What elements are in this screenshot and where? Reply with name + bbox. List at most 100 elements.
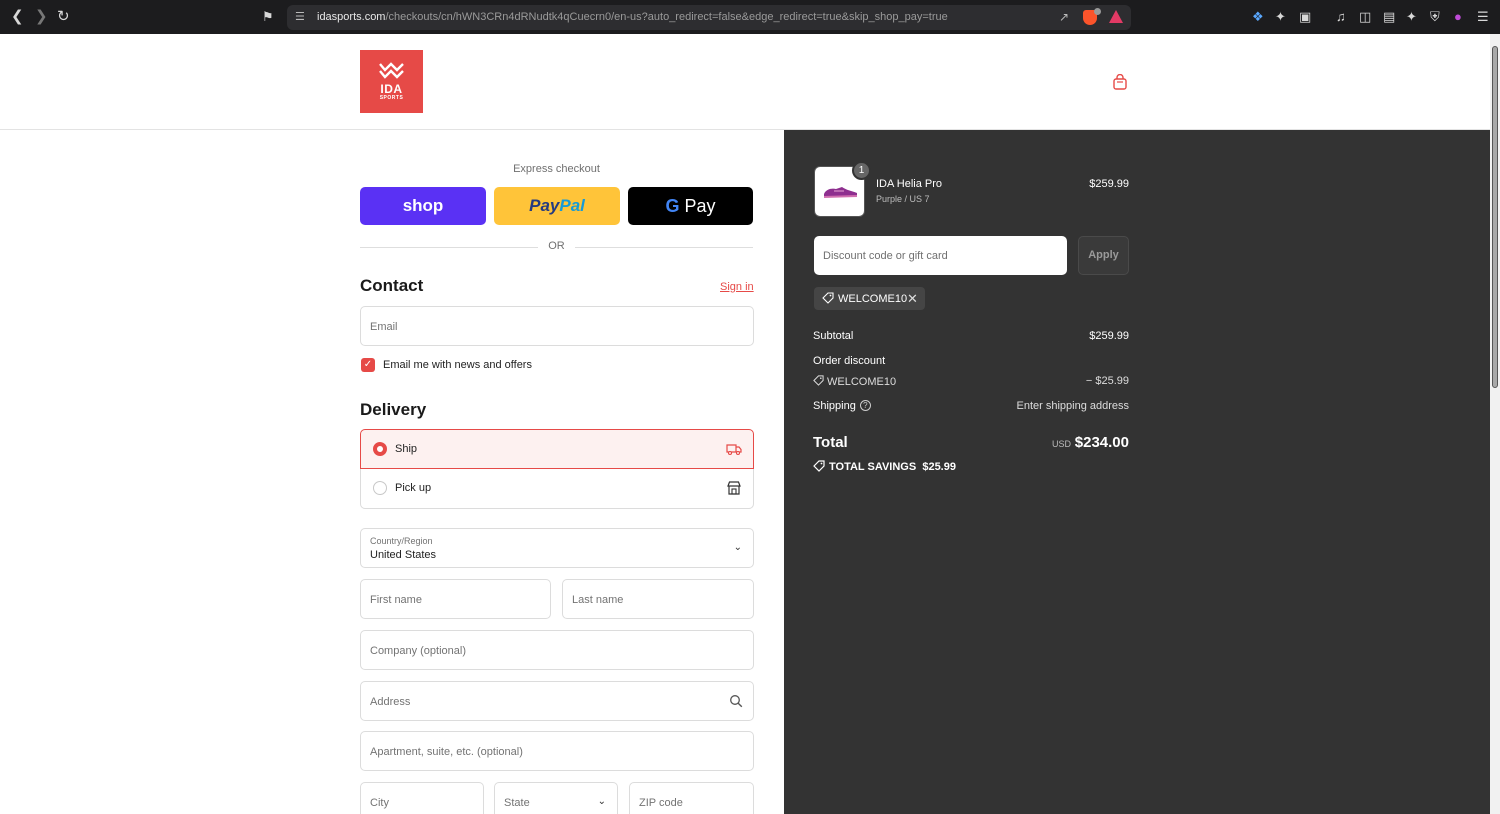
currency-code: USD — [1052, 439, 1072, 449]
shoe-image — [824, 187, 857, 198]
site-settings-icon[interactable]: ☰ — [295, 10, 305, 23]
zip-placeholder: ZIP code — [639, 797, 683, 809]
shields-badge — [1094, 8, 1101, 15]
apply-discount-button[interactable]: Apply — [1078, 236, 1129, 275]
total-value: $234.00 — [1074, 434, 1129, 451]
state-select[interactable]: State ⌄ — [494, 782, 618, 814]
order-discount-label: Order discount — [813, 355, 886, 367]
or-label: OR — [548, 240, 565, 252]
ai-sparkle-icon[interactable]: ✦ — [1406, 9, 1417, 25]
order-discount-value: − $25.99 — [1085, 375, 1129, 387]
sign-in-link[interactable]: Sign in — [720, 281, 754, 293]
page-scrollbar[interactable] — [1490, 34, 1500, 814]
total-label: Total — [813, 434, 848, 451]
newsletter-checkbox[interactable]: ✓ — [361, 358, 375, 372]
extensions-icon[interactable]: ✦ — [1275, 9, 1286, 25]
brave-rewards-icon[interactable] — [1109, 10, 1123, 23]
screenshot-icon[interactable]: ▣ — [1299, 9, 1311, 25]
chevron-down-icon: ⌄ — [733, 542, 742, 553]
last-name-field[interactable]: Last name — [562, 579, 754, 619]
vpn-shield-icon[interactable]: ⛨ — [1430, 9, 1440, 25]
logo-line2: SPORTS — [379, 95, 404, 101]
ship-label: Ship — [395, 443, 418, 455]
tag-icon — [813, 375, 824, 386]
apartment-placeholder: Apartment, suite, etc. (optional) — [370, 746, 523, 758]
order-discount-code: WELCOME10 — [827, 376, 897, 388]
profile-icon[interactable]: ● — [1454, 9, 1462, 25]
gpay-label: Pay — [684, 196, 716, 216]
leo-ai-icon[interactable]: ❖ — [1252, 9, 1264, 25]
address-bar[interactable]: ☰ idasports.com/checkouts/cn/hWN3CRn4dRN… — [287, 5, 1131, 30]
subtotal-label: Subtotal — [813, 330, 854, 342]
savings-label: TOTAL SAVINGS — [829, 461, 917, 473]
delivery-option-pickup[interactable]: Pick up — [360, 469, 754, 509]
delivery-heading: Delivery — [360, 400, 427, 419]
address-field[interactable]: Address — [360, 681, 754, 721]
first-name-placeholder: First name — [370, 594, 422, 606]
apartment-field[interactable]: Apartment, suite, etc. (optional) — [360, 731, 754, 771]
delivery-truck-icon — [726, 444, 742, 456]
total-savings: TOTAL SAVINGS $25.99 — [813, 460, 956, 473]
first-name-field[interactable]: First name — [360, 579, 551, 619]
help-icon[interactable]: ? — [859, 400, 871, 411]
product-name: IDA Helia Pro — [876, 178, 943, 190]
country-value: United States — [370, 549, 437, 561]
wallet-icon[interactable]: ▤ — [1383, 9, 1395, 25]
logo-mark-icon — [379, 62, 404, 79]
order-summary: 1 IDA Helia Pro Purple / US 7 $259.99 Di… — [784, 130, 1490, 814]
paypal-label-pay: Pay — [529, 196, 560, 215]
google-pay-button[interactable]: G Pay — [628, 187, 753, 225]
tag-icon — [822, 292, 834, 304]
share-icon[interactable]: ↗ — [1059, 10, 1069, 24]
order-discount-row: Order discount — [813, 355, 1129, 367]
last-name-placeholder: Last name — [572, 594, 624, 606]
site-header: IDA SPORTS — [0, 34, 1490, 130]
pickup-label: Pick up — [395, 482, 432, 494]
applied-code-text: WELCOME10 — [838, 293, 908, 305]
city-placeholder: City — [370, 797, 389, 809]
url-text[interactable]: idasports.com/checkouts/cn/hWN3CRn4dRNud… — [317, 11, 948, 23]
shipping-row: Shipping? Enter shipping address — [813, 400, 1129, 412]
back-icon[interactable]: ❮ — [11, 9, 24, 25]
ship-radio[interactable] — [373, 442, 387, 456]
google-g-icon: G — [665, 196, 680, 216]
zip-field[interactable]: ZIP code — [629, 782, 754, 814]
newsletter-label: Email me with news and offers — [383, 359, 532, 371]
country-label: Country/Region — [370, 536, 433, 546]
chevron-down-icon: ⌄ — [597, 796, 606, 807]
country-select[interactable]: Country/Region United States ⌄ — [360, 528, 754, 568]
logo-line1: IDA — [380, 82, 403, 96]
tag-icon — [813, 460, 825, 472]
menu-icon[interactable]: ☰ — [1477, 9, 1489, 25]
order-discount-code-row: WELCOME10 − $25.99 — [813, 375, 1129, 388]
contact-heading: Contact — [360, 276, 424, 295]
sidebar-icon[interactable]: ◫ — [1359, 9, 1371, 25]
quantity-badge: 1 — [852, 161, 871, 180]
shipping-value: Enter shipping address — [1016, 400, 1129, 412]
product-price: $259.99 — [1089, 178, 1129, 190]
shop-pay-label: shop — [402, 196, 444, 215]
shop-pay-button[interactable]: shop — [360, 187, 486, 225]
scrollbar-thumb[interactable] — [1492, 46, 1498, 388]
media-icon[interactable]: ♫ — [1336, 9, 1346, 25]
cart-bag-icon[interactable] — [1112, 74, 1128, 90]
address-placeholder: Address — [370, 696, 411, 708]
reload-icon[interactable]: ↻ — [57, 9, 70, 25]
paypal-label-pal: Pal — [559, 196, 585, 215]
subtotal-row: Subtotal $259.99 — [813, 330, 1129, 342]
city-field[interactable]: City — [360, 782, 484, 814]
subtotal-value: $259.99 — [1089, 330, 1129, 342]
ida-sports-logo[interactable]: IDA SPORTS — [360, 50, 423, 113]
bookmark-icon[interactable]: ⚑ — [262, 9, 274, 25]
remove-code-icon[interactable]: ✕ — [907, 291, 918, 307]
email-field[interactable]: Email — [360, 306, 754, 346]
paypal-button[interactable]: PayPal — [494, 187, 620, 225]
pickup-radio[interactable] — [373, 481, 387, 495]
forward-icon[interactable]: ❯ — [35, 9, 48, 25]
delivery-option-ship[interactable]: Ship — [360, 429, 754, 469]
checkout-form: Express checkout shop PayPal G Pay OR Co… — [0, 130, 784, 814]
state-placeholder: State — [504, 797, 530, 809]
browser-toolbar: ❮ ❯ ↻ ⚑ ☰ idasports.com/checkouts/cn/hWN… — [0, 0, 1500, 34]
discount-code-input[interactable]: Discount code or gift card — [814, 236, 1067, 275]
company-field[interactable]: Company (optional) — [360, 630, 754, 670]
